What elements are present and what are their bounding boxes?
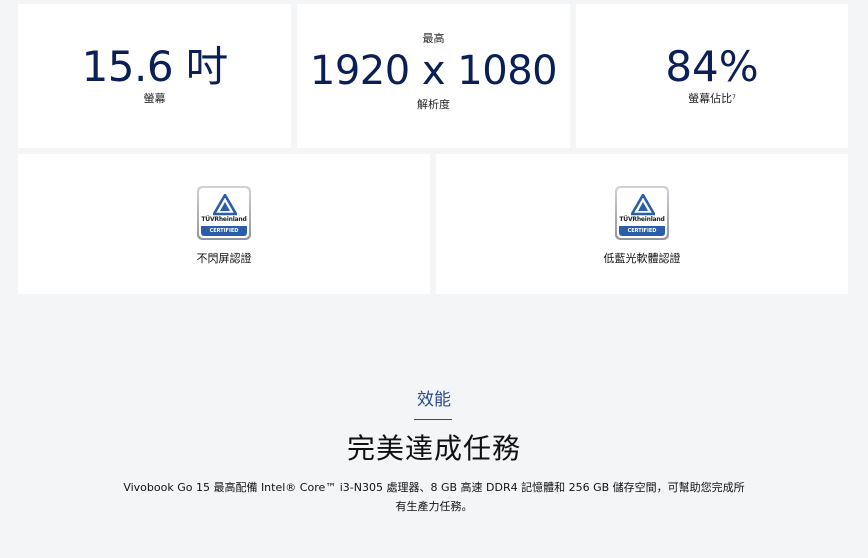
spec-cards-row: 15.6 吋 螢幕 最高 1920 x 1080 解析度 84% 螢幕佔比7	[18, 4, 848, 148]
spec-label-screen-ratio-text: 螢幕佔比	[688, 92, 733, 105]
section-title: 完美達成任務	[346, 432, 521, 465]
spec-value-screen-ratio: 84%	[665, 42, 759, 91]
spec-card-screen-ratio: 84% 螢幕佔比7	[576, 4, 848, 148]
tuv-certified-badge-icon: TÜVRheinland CERTIFIED	[615, 186, 669, 240]
cert-card-flicker-free: TÜVRheinland CERTIFIED 不閃屏認證	[18, 154, 430, 294]
certification-cards-row: TÜVRheinland CERTIFIED 不閃屏認證 TÜVRheinlan…	[18, 154, 848, 294]
footnote-marker[interactable]: 7	[732, 94, 736, 101]
spec-prefix-resolution: 最高	[422, 32, 445, 45]
spec-card-resolution: 最高 1920 x 1080 解析度	[297, 4, 570, 148]
spec-label-resolution: 解析度	[417, 98, 450, 111]
tuv-badge-name: TÜVRheinland	[619, 216, 665, 223]
cert-label-flicker-free: 不閃屏認證	[196, 252, 252, 265]
spec-card-screen-size: 15.6 吋 螢幕	[18, 4, 291, 148]
cert-label-low-blue-light: 低藍光軟體認證	[603, 252, 681, 265]
tuv-badge-sub: CERTIFIED	[619, 226, 665, 236]
spec-label-screen-ratio: 螢幕佔比7	[688, 92, 736, 105]
spec-value-resolution: 1920 x 1080	[309, 48, 558, 94]
spec-value-screen-size: 15.6 吋	[81, 42, 228, 91]
tuv-badge-name: TÜVRheinland	[201, 216, 247, 223]
tuv-certified-badge-icon: TÜVRheinland CERTIFIED	[197, 186, 251, 240]
section-description: Vivobook Go 15 最高配備 Intel® Core™ i3-N305…	[123, 481, 745, 513]
section-eyebrow-performance: 效能	[417, 390, 451, 410]
tuv-badge-sub: CERTIFIED	[201, 226, 247, 236]
spec-label-screen-size: 螢幕	[143, 92, 166, 105]
tuv-triangle-icon	[213, 194, 237, 216]
eyebrow-underline	[414, 419, 452, 420]
tuv-triangle-icon	[631, 194, 655, 216]
cert-card-low-blue-light: TÜVRheinland CERTIFIED 低藍光軟體認證	[436, 154, 848, 294]
